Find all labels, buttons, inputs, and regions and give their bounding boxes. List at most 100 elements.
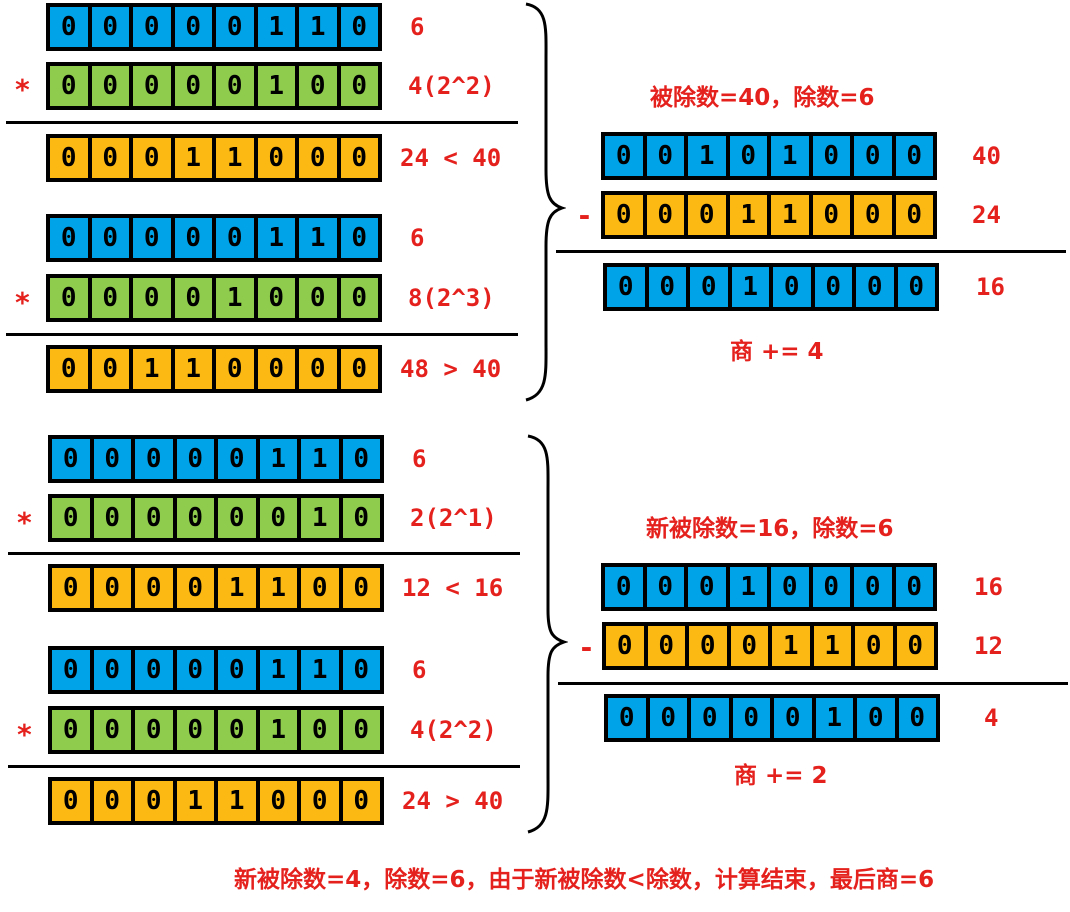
bit-cell: 0: [338, 276, 380, 320]
bit-cell: 0: [174, 437, 216, 481]
bit-cell: 1: [131, 347, 173, 391]
product-bits-row: 00001100: [48, 564, 384, 612]
bit-cell: 0: [687, 624, 729, 668]
bit-cell: 0: [603, 565, 645, 609]
bit-cell: 0: [214, 64, 256, 108]
bit-cell: 1: [813, 696, 855, 740]
bit-cell: 0: [893, 565, 935, 609]
bit-cell: 0: [727, 134, 769, 178]
bit-cell: 0: [810, 193, 852, 237]
bit-cell: 1: [172, 347, 214, 391]
bit-cell: 0: [131, 64, 173, 108]
conclusion-text: 新被除数=4，除数=6，由于新被除数<除数，计算结束，最后商=6: [234, 867, 935, 893]
bit-cell: 0: [133, 496, 175, 540]
bit-cell: 1: [729, 265, 771, 309]
subtrahend-bits-row: 00001100: [602, 622, 938, 670]
bit-cell: 0: [810, 134, 852, 178]
bit-cell: 0: [340, 779, 382, 823]
bit-cell: 0: [605, 265, 647, 309]
bit-cell: 1: [172, 136, 214, 180]
subtrahend-bits-row: 00011000: [601, 191, 937, 239]
product-comparison-label: 24 > 40: [402, 787, 504, 815]
bit-cell: 1: [811, 624, 853, 668]
bit-cell: 0: [340, 566, 382, 610]
multiplier-bits-row: 00000100: [48, 706, 384, 754]
bit-cell: 0: [894, 624, 936, 668]
bit-cell: 0: [895, 265, 937, 309]
bit-cell: 0: [852, 193, 894, 237]
bit-cell: 0: [172, 276, 214, 320]
bit-cell: 0: [810, 565, 852, 609]
bit-cell: 1: [770, 624, 812, 668]
bit-cell: 1: [216, 566, 258, 610]
bit-cell: 0: [50, 779, 92, 823]
bit-cell: 0: [893, 193, 935, 237]
bit-cell: 0: [255, 276, 297, 320]
bit-cell: 1: [216, 779, 258, 823]
multiply-sign: *: [16, 506, 33, 539]
divisor-bits-row: 00000110: [46, 3, 382, 51]
bit-cell: 0: [338, 5, 380, 49]
product-bits-row: 00110000: [46, 345, 382, 393]
bit-cell: 1: [255, 216, 297, 260]
bit-cell: 0: [338, 64, 380, 108]
bit-cell: 0: [644, 193, 686, 237]
bit-cell: 0: [174, 648, 216, 692]
divisor-label: 6: [410, 224, 425, 252]
remainder-bits-row: 00000100: [604, 694, 940, 742]
bit-cell: 0: [214, 347, 256, 391]
divisor-bits-row: 00000110: [48, 646, 384, 694]
dividend-label: 16: [974, 573, 1003, 601]
bit-cell: 0: [48, 64, 90, 108]
bit-cell: 0: [131, 276, 173, 320]
bit-cell: 0: [216, 496, 258, 540]
bit-cell: 0: [852, 134, 894, 178]
bit-cell: 0: [769, 565, 811, 609]
subtrahend-label: 24: [972, 201, 1001, 229]
bit-cell: 0: [131, 216, 173, 260]
bit-cell: 0: [89, 216, 131, 260]
multiply-sign: *: [16, 718, 33, 751]
bit-cell: 0: [644, 134, 686, 178]
bit-cell: 1: [214, 136, 256, 180]
bit-cell: 0: [91, 648, 133, 692]
bit-cell: 0: [604, 624, 646, 668]
bit-cell: 0: [728, 624, 770, 668]
product-comparison-label: 12 < 16: [402, 574, 504, 602]
bit-cell: 0: [853, 624, 895, 668]
bit-cell: 0: [645, 624, 687, 668]
bit-cell: 0: [297, 136, 339, 180]
bit-cell: 0: [896, 696, 938, 740]
dividend-bits-row: 00101000: [601, 132, 937, 180]
bit-cell: 0: [688, 265, 730, 309]
multiplier-bits-row: 00001000: [46, 274, 382, 322]
bit-cell: 1: [297, 5, 339, 49]
bit-cell: 0: [340, 708, 382, 752]
bit-cell: 0: [89, 136, 131, 180]
bit-cell: 0: [299, 779, 341, 823]
bit-cell: 0: [812, 265, 854, 309]
bit-cell: 0: [644, 565, 686, 609]
bit-cell: 1: [686, 134, 728, 178]
bit-cell: 0: [686, 193, 728, 237]
diagram-canvas: 00000110 6 * 00000100 4(2^2) 00011000 24…: [0, 0, 1070, 912]
bit-cell: 0: [89, 5, 131, 49]
bit-cell: 0: [172, 216, 214, 260]
bit-cell: 0: [89, 64, 131, 108]
bit-cell: 0: [91, 779, 133, 823]
bit-cell: 0: [48, 347, 90, 391]
step-title: 被除数=40，除数=6: [650, 85, 875, 111]
bit-cell: 0: [174, 708, 216, 752]
bit-cell: 0: [48, 216, 90, 260]
bit-cell: 0: [297, 64, 339, 108]
multiplier-label: 2(2^1): [410, 504, 497, 532]
multiplier-label: 4(2^2): [408, 72, 495, 100]
divider-line: [6, 121, 518, 124]
bit-cell: 0: [89, 347, 131, 391]
remainder-label: 4: [984, 704, 999, 732]
bit-cell: 1: [174, 779, 216, 823]
bit-cell: 0: [340, 437, 382, 481]
multiplier-label: 4(2^2): [410, 716, 497, 744]
bit-cell: 0: [174, 496, 216, 540]
bit-cell: 0: [131, 5, 173, 49]
